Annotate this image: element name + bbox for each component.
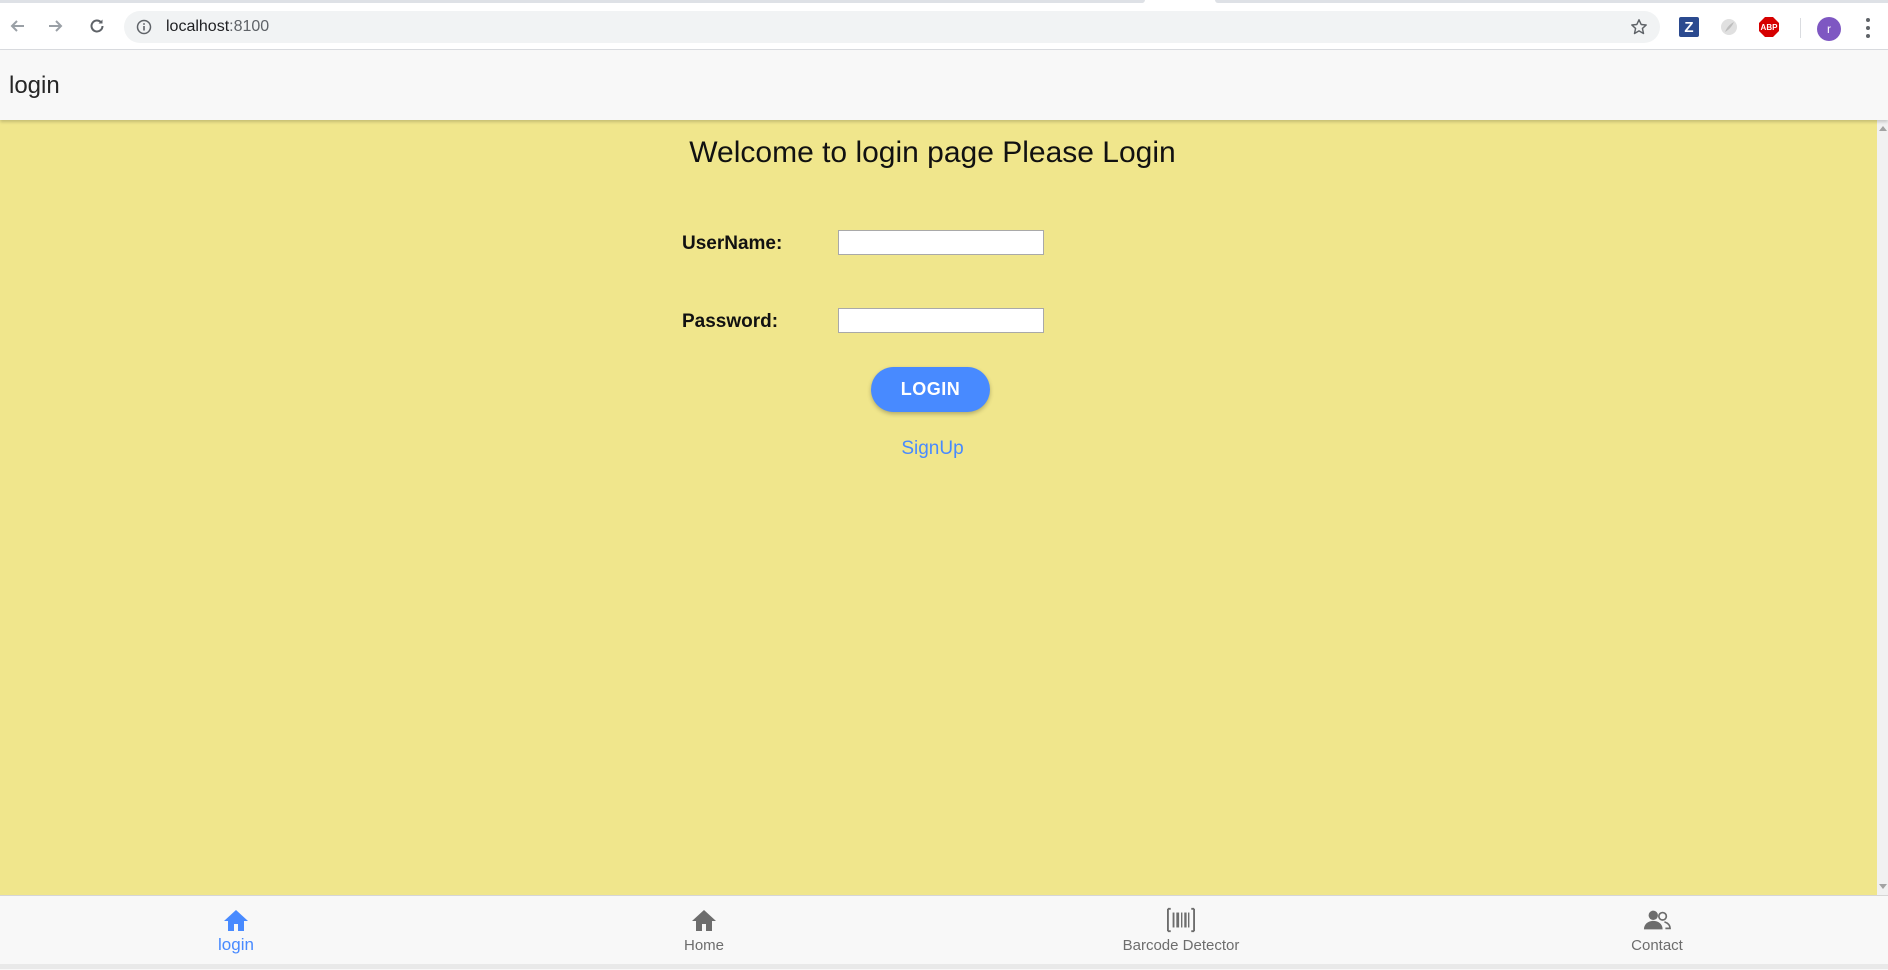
zotero-extension-icon[interactable]: Z bbox=[1679, 17, 1699, 37]
tab-bar-bottom-edge bbox=[0, 964, 1888, 969]
password-input[interactable] bbox=[838, 308, 1044, 333]
browser-tab[interactable] bbox=[1215, 0, 1888, 3]
login-content: Welcome to login page Please Login UserN… bbox=[0, 120, 1877, 895]
tab-label: Barcode Detector bbox=[1122, 937, 1240, 954]
info-icon[interactable] bbox=[136, 19, 152, 35]
back-arrow-icon bbox=[10, 20, 24, 32]
scroll-up-arrow-icon[interactable] bbox=[1879, 126, 1887, 131]
feather-icon bbox=[1721, 19, 1737, 35]
login-button[interactable]: LOGIN bbox=[871, 367, 990, 412]
home-icon bbox=[222, 906, 250, 934]
toolbar-divider bbox=[1800, 18, 1801, 38]
tab-bar: login Home Barcode Detector Contact bbox=[0, 895, 1888, 970]
adblock-extension-icon[interactable]: ABP bbox=[1759, 17, 1779, 37]
password-label: Password: bbox=[682, 311, 779, 332]
tab-label: Contact bbox=[1631, 937, 1683, 954]
scroll-down-arrow-icon[interactable] bbox=[1879, 884, 1887, 889]
url-port: :8100 bbox=[229, 18, 270, 35]
url-host: localhost bbox=[166, 18, 230, 35]
username-label: UserName: bbox=[682, 233, 783, 254]
tab-login[interactable]: login bbox=[0, 896, 472, 960]
tab-label: Home bbox=[683, 937, 724, 954]
bookmark-star-icon[interactable] bbox=[1630, 18, 1648, 36]
vertical-scrollbar[interactable] bbox=[1877, 120, 1888, 895]
welcome-heading: Welcome to login page Please Login bbox=[689, 136, 1176, 169]
browser-menu-icon[interactable] bbox=[1860, 18, 1876, 38]
url-text[interactable]: localhost:8100 bbox=[166, 18, 269, 36]
contacts-icon bbox=[1643, 906, 1671, 934]
address-bar[interactable]: localhost:8100 bbox=[124, 11, 1660, 43]
tab-barcode-detector[interactable]: Barcode Detector bbox=[945, 896, 1417, 960]
tab-label: login bbox=[218, 935, 254, 954]
reload-button[interactable] bbox=[84, 13, 110, 39]
signup-link-text[interactable]: SignUp bbox=[901, 438, 963, 459]
tab-contact[interactable]: Contact bbox=[1421, 896, 1888, 960]
browser-toolbar: localhost:8100 Z ABP r bbox=[0, 4, 1888, 50]
forward-button[interactable] bbox=[43, 13, 69, 39]
username-input[interactable] bbox=[838, 230, 1044, 255]
reload-icon bbox=[90, 19, 104, 33]
profile-avatar[interactable]: r bbox=[1817, 17, 1841, 41]
page-title: login bbox=[9, 72, 60, 99]
feather-extension-icon[interactable] bbox=[1719, 17, 1739, 37]
signup-link: SignUp bbox=[0, 438, 1865, 460]
forward-arrow-icon bbox=[49, 20, 63, 32]
app-header: login bbox=[0, 50, 1888, 120]
home-icon bbox=[690, 906, 718, 934]
back-button[interactable] bbox=[4, 13, 30, 39]
tab-home[interactable]: Home bbox=[468, 896, 940, 960]
browser-tab[interactable] bbox=[0, 0, 1145, 3]
barcode-icon bbox=[1167, 906, 1195, 934]
